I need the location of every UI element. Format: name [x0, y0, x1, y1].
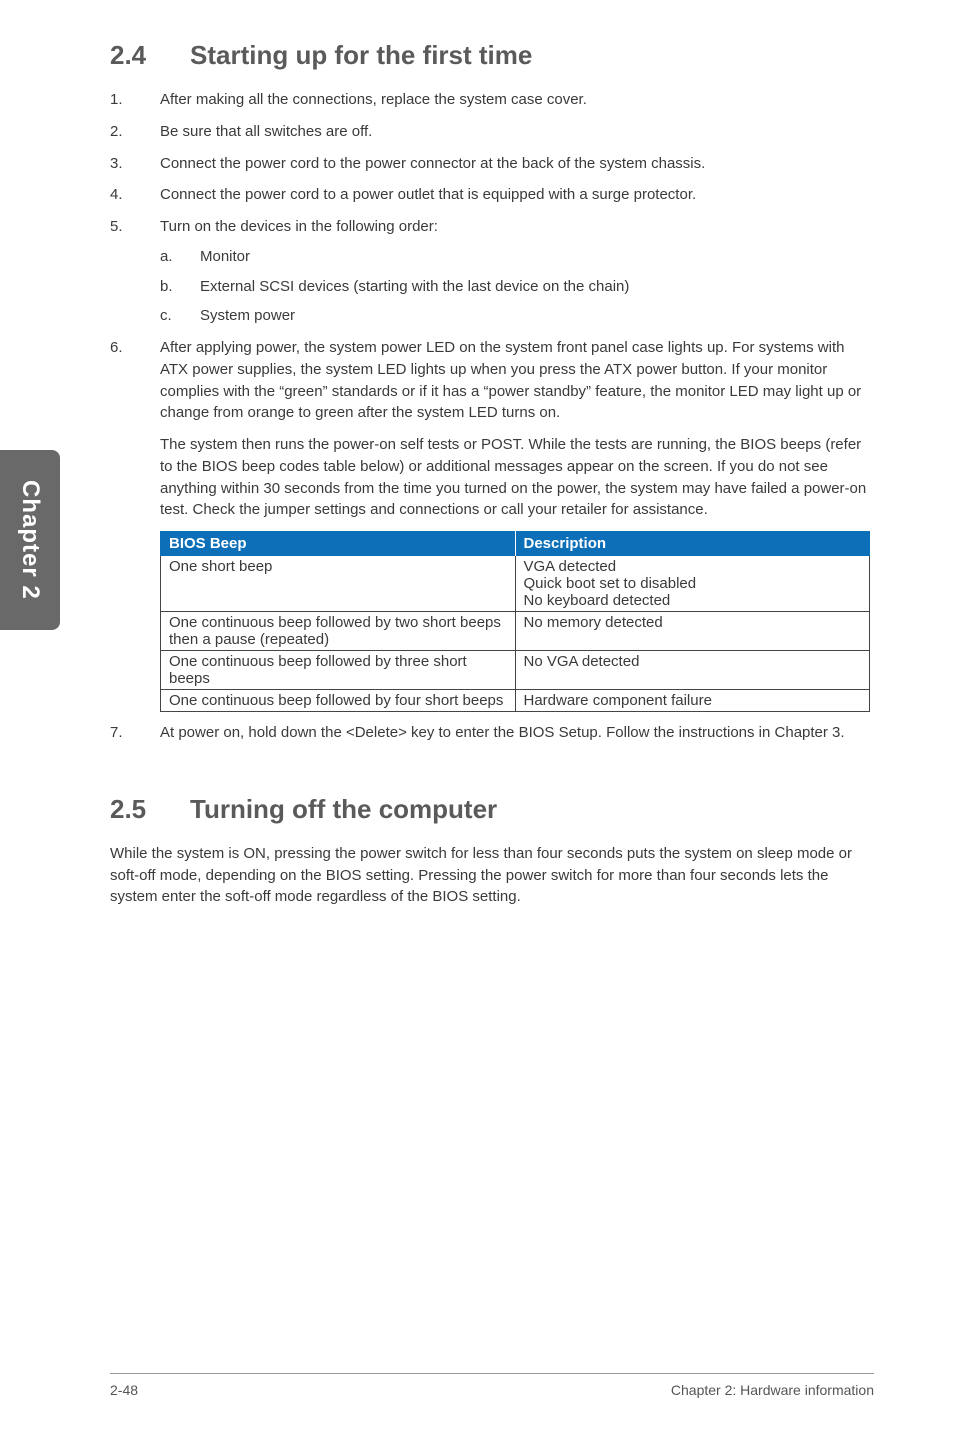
footer-chapter-label: Chapter 2: Hardware information: [671, 1382, 874, 1398]
table-row: One continuous beep followed by three sh…: [161, 651, 870, 690]
table-cell: No VGA detected: [515, 651, 870, 690]
list-item: Be sure that all switches are off.: [110, 121, 874, 143]
main-ordered-list: After making all the connections, replac…: [110, 89, 874, 521]
table-cell: One continuous beep followed by two shor…: [161, 612, 516, 651]
table-row: One continuous beep followed by four sho…: [161, 690, 870, 712]
table-header-cell: BIOS Beep: [161, 531, 516, 556]
list-item-text: Be sure that all switches are off.: [160, 123, 372, 140]
section-number: 2.5: [110, 794, 190, 825]
table-cell: VGA detected Quick boot set to disabled …: [515, 556, 870, 612]
table-header-cell: Description: [515, 531, 870, 556]
table-row: One continuous beep followed by two shor…: [161, 612, 870, 651]
sub-list-item: Monitor: [160, 246, 874, 268]
list-item-text: At power on, hold down the <Delete> key …: [160, 724, 845, 741]
side-tab-label: Chapter 2: [16, 480, 44, 600]
table-cell: No memory detected: [515, 612, 870, 651]
sub-list-item-text: Monitor: [200, 248, 250, 265]
table-cell: One short beep: [161, 556, 516, 612]
side-tab: Chapter 2: [0, 450, 60, 630]
sub-list-item: System power: [160, 305, 874, 327]
page-footer: 2-48 Chapter 2: Hardware information: [110, 1373, 874, 1398]
list-item-text: Connect the power cord to a power outlet…: [160, 186, 696, 203]
footer-page-number: 2-48: [110, 1382, 138, 1398]
bios-beep-table: BIOS Beep Description One short beep VGA…: [160, 531, 870, 712]
list-item-text: Connect the power cord to the power conn…: [160, 155, 705, 172]
main-ordered-list-cont: At power on, hold down the <Delete> key …: [110, 722, 874, 744]
list-item-paragraph: The system then runs the power-on self t…: [160, 434, 874, 521]
table-row: One short beep VGA detected Quick boot s…: [161, 556, 870, 612]
list-item-paragraph: After applying power, the system power L…: [160, 339, 861, 421]
sub-list-item: External SCSI devices (starting with the…: [160, 276, 874, 298]
table-cell: One continuous beep followed by three sh…: [161, 651, 516, 690]
table-cell: Hardware component failure: [515, 690, 870, 712]
list-item-text: Turn on the devices in the following ord…: [160, 218, 438, 235]
body-paragraph: While the system is ON, pressing the pow…: [110, 843, 874, 908]
section-title: Starting up for the first time: [190, 40, 532, 70]
list-item: Turn on the devices in the following ord…: [110, 216, 874, 327]
table-cell: One continuous beep followed by four sho…: [161, 690, 516, 712]
section-heading-2-4: 2.4Starting up for the first time: [110, 40, 874, 71]
table-header-row: BIOS Beep Description: [161, 531, 870, 556]
list-item: Connect the power cord to the power conn…: [110, 153, 874, 175]
section-heading-2-5: 2.5Turning off the computer: [110, 794, 874, 825]
section-number: 2.4: [110, 40, 190, 71]
list-item: After applying power, the system power L…: [110, 337, 874, 521]
list-item: After making all the connections, replac…: [110, 89, 874, 111]
sub-list-item-text: External SCSI devices (starting with the…: [200, 278, 629, 295]
section-2-5: 2.5Turning off the computer While the sy…: [110, 794, 874, 908]
list-item: Connect the power cord to a power outlet…: [110, 184, 874, 206]
section-title: Turning off the computer: [190, 794, 497, 824]
list-item: At power on, hold down the <Delete> key …: [110, 722, 874, 744]
list-item-text: After making all the connections, replac…: [160, 91, 587, 108]
sub-ordered-list: Monitor External SCSI devices (starting …: [160, 246, 874, 327]
sub-list-item-text: System power: [200, 307, 295, 324]
